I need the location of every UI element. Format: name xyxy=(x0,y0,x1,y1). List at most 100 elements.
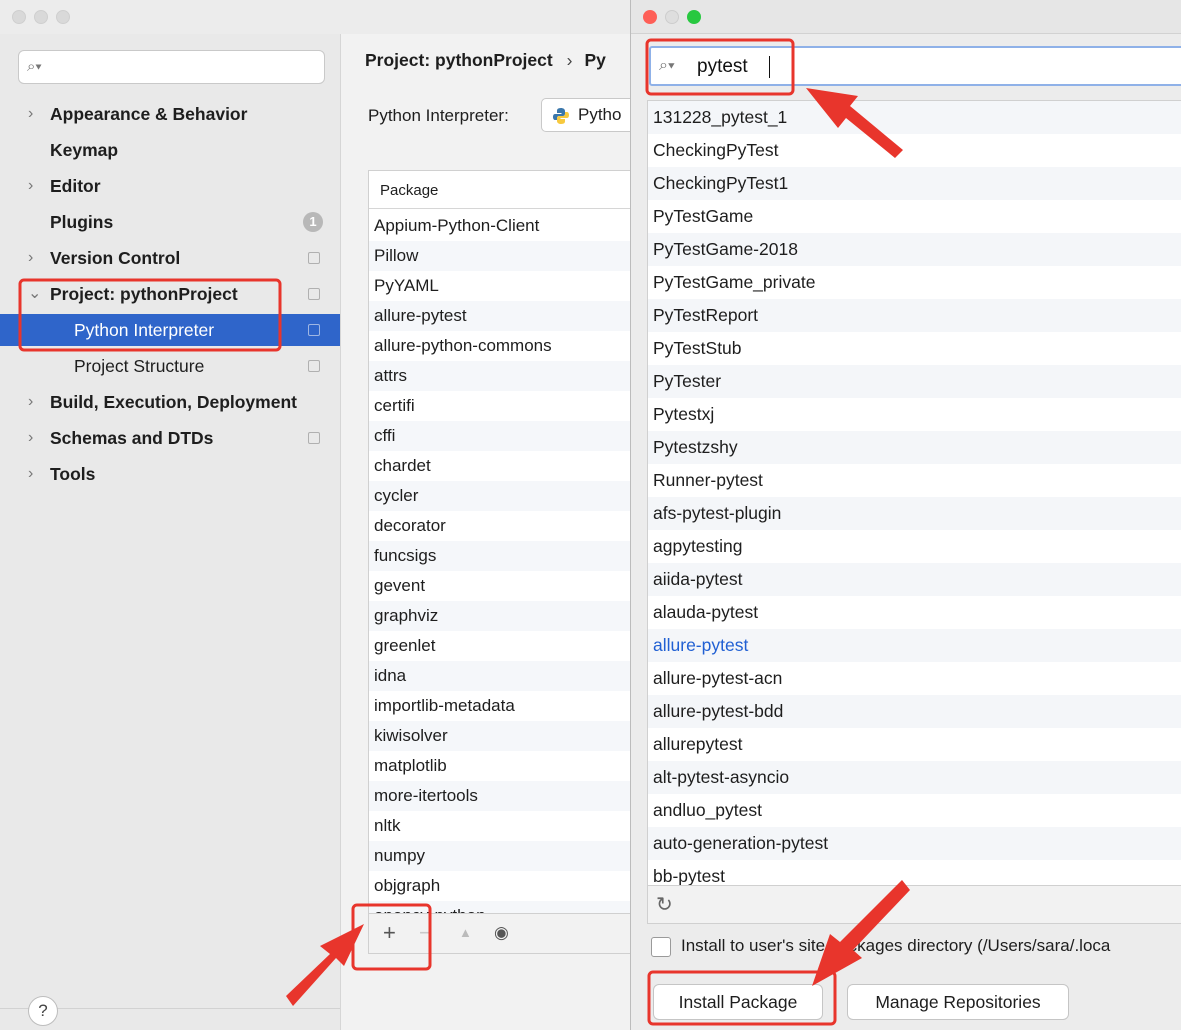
table-row[interactable]: cycler xyxy=(369,481,637,511)
chevron-right-icon[interactable]: › xyxy=(28,98,33,130)
sidebar-item-version-control[interactable]: › Version Control xyxy=(0,242,340,274)
table-row[interactable]: greenlet xyxy=(369,631,637,661)
sidebar-item-keymap[interactable]: Keymap xyxy=(0,134,340,166)
table-row[interactable]: attrs xyxy=(369,361,637,391)
sidebar-item-label: Schemas and DTDs xyxy=(50,428,214,448)
table-row[interactable]: importlib-metadata xyxy=(369,691,637,721)
list-item[interactable]: aiida-pytest xyxy=(648,563,1181,596)
list-item[interactable]: afs-pytest-plugin xyxy=(648,497,1181,530)
settings-search-input[interactable]: ⌕▾ xyxy=(18,50,325,84)
list-item[interactable]: agpytesting xyxy=(648,530,1181,563)
chevron-right-icon[interactable]: › xyxy=(28,458,33,490)
remove-package-button[interactable]: − xyxy=(419,920,432,946)
list-item[interactable]: auto-generation-pytest xyxy=(648,827,1181,860)
table-row[interactable]: kiwisolver xyxy=(369,721,637,751)
chevron-down-icon[interactable]: ⌄ xyxy=(28,278,41,310)
minimize-window-button[interactable] xyxy=(34,10,48,24)
sidebar-item-tools[interactable]: › Tools xyxy=(0,458,340,490)
close-window-button[interactable] xyxy=(12,10,26,24)
list-item[interactable]: allure-pytest-bdd xyxy=(648,695,1181,728)
list-item[interactable]: PyTestGame_private xyxy=(648,266,1181,299)
sidebar-item-label: Project Structure xyxy=(74,356,205,376)
sidebar-item-appearance[interactable]: › Appearance & Behavior xyxy=(0,98,340,130)
list-footer: ↻ xyxy=(647,886,1181,924)
list-item[interactable]: PyTestStub xyxy=(648,332,1181,365)
sidebar-item-label: Plugins xyxy=(50,212,114,232)
table-row[interactable]: objgraph xyxy=(369,871,637,901)
settings-titlebar xyxy=(0,0,630,34)
list-item[interactable]: PyTestReport xyxy=(648,299,1181,332)
list-item[interactable]: PyTestGame-2018 xyxy=(648,233,1181,266)
table-row[interactable]: chardet xyxy=(369,451,637,481)
project-scope-icon xyxy=(308,324,320,336)
list-item[interactable]: allurepytest xyxy=(648,728,1181,761)
sidebar-item-schemas[interactable]: › Schemas and DTDs xyxy=(0,422,340,454)
table-row[interactable]: more-itertools xyxy=(369,781,637,811)
list-item[interactable]: allure-pytest-acn xyxy=(648,662,1181,695)
list-item[interactable]: alauda-pytest xyxy=(648,596,1181,629)
list-item[interactable]: CheckingPyTest xyxy=(648,134,1181,167)
list-item[interactable]: allure-pytest xyxy=(648,629,1181,662)
chevron-right-icon[interactable]: › xyxy=(28,386,33,418)
minimize-dialog-button[interactable] xyxy=(665,10,679,24)
table-row[interactable]: idna xyxy=(369,661,637,691)
table-row[interactable]: cffi xyxy=(369,421,637,451)
sidebar-item-python-interpreter[interactable]: Python Interpreter xyxy=(0,314,340,346)
table-row[interactable]: graphviz xyxy=(369,601,637,631)
settings-sidebar: ⌕▾ › Appearance & Behavior Keymap › Edit… xyxy=(0,34,340,1030)
refresh-icon[interactable]: ↻ xyxy=(656,892,673,917)
table-row[interactable]: Appium-Python-Client xyxy=(369,211,637,241)
list-item[interactable]: CheckingPyTest1 xyxy=(648,167,1181,200)
available-packages-list[interactable]: 131228_pytest_1 CheckingPyTest CheckingPyT… xyxy=(647,100,1181,886)
sidebar-item-project-structure[interactable]: Project Structure xyxy=(0,350,340,382)
package-search-input[interactable]: ⌕▾ pytest xyxy=(649,46,1181,86)
table-row[interactable]: numpy xyxy=(369,841,637,871)
list-item[interactable]: alt-pytest-asyncio xyxy=(648,761,1181,794)
list-item[interactable]: PyTestGame xyxy=(648,200,1181,233)
chevron-right-icon[interactable]: › xyxy=(28,242,33,274)
table-row[interactable]: allure-python-commons xyxy=(369,331,637,361)
table-row[interactable]: nltk xyxy=(369,811,637,841)
list-item[interactable]: Pytestxj xyxy=(648,398,1181,431)
project-scope-icon xyxy=(308,252,320,264)
install-package-button[interactable]: Install Package xyxy=(653,984,823,1020)
list-item[interactable]: andluo_pytest xyxy=(648,794,1181,827)
list-item[interactable]: PyTester xyxy=(648,365,1181,398)
zoom-dialog-button[interactable] xyxy=(687,10,701,24)
list-item[interactable]: Pytestzshy xyxy=(648,431,1181,464)
list-item[interactable]: bb-pytest xyxy=(648,860,1181,885)
table-row[interactable]: matplotlib xyxy=(369,751,637,781)
update-count-badge: 1 xyxy=(303,212,323,232)
table-row[interactable]: gevent xyxy=(369,571,637,601)
user-site-checkbox[interactable] xyxy=(651,937,671,957)
chevron-right-icon[interactable]: › xyxy=(28,422,33,454)
close-dialog-button[interactable] xyxy=(643,10,657,24)
help-button[interactable]: ? xyxy=(28,996,58,1026)
column-header-package[interactable]: Package xyxy=(380,182,438,199)
table-row[interactable]: opencv-python xyxy=(369,901,637,913)
list-item[interactable]: 131228_pytest_1 xyxy=(648,101,1181,134)
upgrade-package-button[interactable]: ▲ xyxy=(459,925,472,940)
table-row[interactable]: certifi xyxy=(369,391,637,421)
table-row[interactable]: allure-pytest xyxy=(369,301,637,331)
table-row[interactable]: decorator xyxy=(369,511,637,541)
table-row[interactable]: funcsigs xyxy=(369,541,637,571)
sidebar-item-project[interactable]: ⌄ Project: pythonProject xyxy=(0,278,340,310)
breadcrumb-separator: › xyxy=(566,50,573,70)
zoom-window-button[interactable] xyxy=(56,10,70,24)
eye-icon[interactable]: ◉ xyxy=(494,923,509,943)
project-scope-icon xyxy=(308,288,320,300)
table-row[interactable]: Pillow xyxy=(369,241,637,271)
add-package-button[interactable]: + xyxy=(383,920,396,946)
list-item[interactable]: Runner-pytest xyxy=(648,464,1181,497)
sidebar-item-build[interactable]: › Build, Execution, Deployment xyxy=(0,386,340,418)
sidebar-item-label: Build, Execution, Deployment xyxy=(50,392,297,412)
sidebar-item-editor[interactable]: › Editor xyxy=(0,170,340,202)
manage-repositories-button[interactable]: Manage Repositories xyxy=(847,984,1069,1020)
table-row[interactable]: PyYAML xyxy=(369,271,637,301)
interpreter-select[interactable]: Pytho xyxy=(541,98,636,132)
sidebar-item-plugins[interactable]: Plugins 1 xyxy=(0,206,340,238)
sidebar-item-label: Tools xyxy=(50,464,96,484)
installed-packages-table: Package Appium-Python-Client Pillow PyYAML… xyxy=(368,170,638,914)
chevron-right-icon[interactable]: › xyxy=(28,170,33,202)
